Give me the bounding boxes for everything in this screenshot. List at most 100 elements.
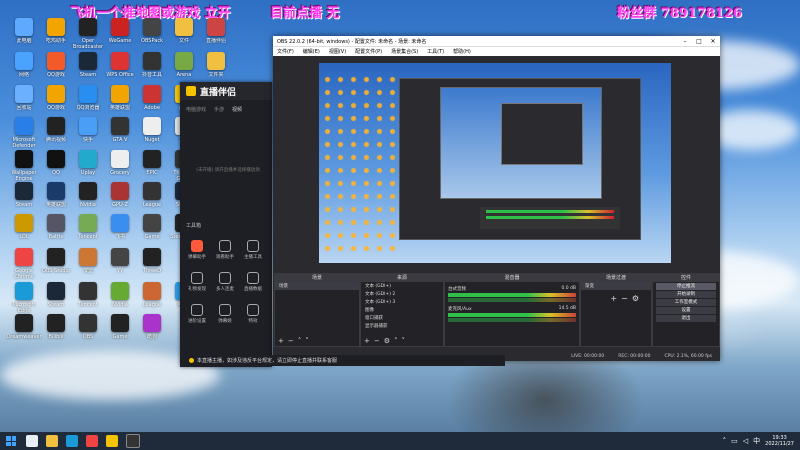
maximize-icon[interactable]: □ [692, 38, 706, 45]
menu-edit[interactable]: 编辑(E) [303, 48, 320, 55]
desktop-icon[interactable]: Nvidia [102, 282, 138, 318]
desktop-icon[interactable]: 文件 [166, 18, 202, 54]
desktop-icon[interactable]: Game [102, 314, 138, 350]
remove-icon[interactable]: − [288, 337, 298, 345]
desktop-icon[interactable]: Wallpaper Engine [6, 150, 42, 186]
start-recording-button[interactable]: 开始录制 [656, 291, 716, 298]
chrome-icon[interactable] [86, 435, 98, 447]
chevron-up-icon[interactable]: ˄ [723, 437, 727, 445]
desktop-icon[interactable]: 直播伴侣 [198, 18, 234, 54]
desktop-icon[interactable]: Tencent [70, 282, 106, 318]
tool-host[interactable]: 主播工具 [240, 240, 266, 260]
desktop-icon[interactable]: Steam [38, 282, 74, 318]
desktop-icon[interactable]: Bilibili [38, 314, 74, 350]
desktop-icon[interactable]: 抖音工具 [134, 52, 170, 88]
obs-taskbar-icon[interactable] [126, 434, 140, 448]
desktop-icon[interactable]: GTA V [102, 117, 138, 153]
add-icon[interactable]: + [278, 337, 288, 345]
tool-gift[interactable]: 礼物发现 [184, 272, 210, 292]
desktop-icon[interactable]: League [134, 182, 170, 218]
desktop-icon[interactable]: 飞书 [102, 214, 138, 250]
desktop-icon[interactable]: QQ浏览器 [70, 85, 106, 121]
transition-select[interactable]: 渐变 [581, 282, 651, 290]
gear-icon[interactable]: ⚙ [384, 337, 394, 345]
source-item[interactable]: 图像 [361, 306, 443, 314]
desktop-icon[interactable]: 此电脑 [6, 18, 42, 54]
desktop-icon[interactable]: Microsoft Defender [6, 117, 42, 153]
desktop-icon[interactable]: QQ游戏 [38, 52, 74, 88]
desktop-icon[interactable]: Grocery [102, 150, 138, 186]
network-icon[interactable]: ▭ [731, 437, 738, 445]
settings-button[interactable]: 设置 [656, 307, 716, 314]
add-icon[interactable]: + [364, 337, 374, 345]
desktop-icon[interactable]: EPIC [134, 150, 170, 186]
source-item[interactable]: 文本 (GDI+) [361, 282, 443, 290]
studio-mode-button[interactable]: 工作室模式 [656, 299, 716, 306]
stop-streaming-button[interactable]: 停止推流 [656, 283, 716, 290]
desktop-icon[interactable]: YY [102, 248, 138, 284]
remove-icon[interactable]: − [621, 294, 632, 303]
tool-data[interactable]: 直播数据 [240, 272, 266, 292]
remove-icon[interactable]: − [374, 337, 384, 345]
menu-tools[interactable]: 工具(T) [427, 48, 444, 55]
desktop-icon[interactable]: 酷狗 [134, 314, 170, 350]
desktop-icon[interactable]: ThreeD [134, 248, 170, 284]
minimize-icon[interactable]: – [678, 38, 692, 45]
desktop-icon[interactable]: WPS Office [102, 52, 138, 88]
volume-slider[interactable] [448, 298, 576, 302]
source-item[interactable]: 文本 (GDI+) 3 [361, 298, 443, 306]
desktop-icon[interactable]: 英雄联盟 [38, 182, 74, 218]
desktop-icon[interactable]: Steam [6, 182, 42, 218]
desktop-icon[interactable]: OBS [70, 314, 106, 350]
down-icon[interactable]: ˅ [305, 337, 313, 345]
desktop-icon[interactable]: Adobe [134, 85, 170, 121]
desktop-icon[interactable]: 英雄联盟 [102, 85, 138, 121]
menu-view[interactable]: 视图(V) [329, 48, 346, 55]
tab-mobile-game[interactable]: 手游 [214, 106, 224, 113]
scene-item[interactable]: 场景 [275, 282, 359, 290]
obs-preview[interactable] [319, 63, 671, 263]
menu-help[interactable]: 帮助(H) [453, 48, 471, 55]
desktop-icon[interactable]: Microsoft Edge [6, 282, 42, 318]
desktop-icon[interactable]: 吃鸡助手 [38, 18, 74, 54]
desktop-icon[interactable]: Nvidia [70, 182, 106, 218]
search-icon[interactable] [26, 435, 38, 447]
desktop-icon[interactable]: Oper Broadcaster [70, 18, 106, 54]
tool-advanced[interactable]: 进阶设置 [184, 304, 210, 324]
desktop-icon[interactable]: Game [134, 214, 170, 250]
up-icon[interactable]: ˄ [394, 337, 402, 345]
tab-pc-game[interactable]: 电脑游戏 [186, 106, 206, 113]
desktop-icon[interactable]: OBSPack [134, 18, 170, 54]
desktop-icon[interactable]: Tencent [70, 214, 106, 250]
desktop-icon[interactable]: OBS Studio [38, 248, 74, 284]
desktop-icon[interactable]: Battle [38, 214, 74, 250]
clock[interactable]: 19:33 2022/11/27 [765, 435, 794, 447]
desktop-icon[interactable]: Dreamweaver [6, 314, 42, 350]
tool-multi[interactable]: 多人连麦 [212, 272, 238, 292]
close-icon[interactable]: ✕ [706, 38, 720, 45]
live-companion-taskbar-icon[interactable] [106, 435, 118, 447]
volume-icon[interactable]: ◁ [743, 437, 748, 445]
tool-danmu[interactable]: 弹幕助手 [184, 240, 210, 260]
tool-effects[interactable]: 特效 [240, 304, 266, 324]
desktop-icon[interactable]: WeGame [102, 18, 138, 54]
language-icon[interactable]: 中 [753, 436, 760, 446]
tool-danmuji[interactable]: 弹幕姬 [212, 304, 238, 324]
desktop-icon[interactable]: QQ [38, 150, 74, 186]
edge-icon[interactable] [66, 435, 78, 447]
desktop-icon[interactable]: League [134, 282, 170, 318]
menu-file[interactable]: 文件(F) [277, 48, 294, 55]
tool-viewer[interactable]: 观看助手 [212, 240, 238, 260]
source-item[interactable]: 显示器捕获 [361, 322, 443, 330]
down-icon[interactable]: ˅ [402, 337, 410, 345]
menu-scene-collection[interactable]: 场景集合(S) [391, 48, 418, 55]
desktop-icon[interactable]: 汉堡 [70, 248, 106, 284]
menu-profile[interactable]: 配置文件(P) [355, 48, 382, 55]
desktop-icon[interactable]: 腾讯视频 [38, 117, 74, 153]
desktop-icon[interactable]: Steam [70, 52, 106, 88]
desktop-icon[interactable]: GPU-Z [102, 182, 138, 218]
desktop-icon[interactable]: Nuget [134, 117, 170, 153]
desktop-icon[interactable]: Google Chrome [6, 248, 42, 284]
desktop-icon[interactable]: LOL [6, 214, 42, 250]
windows-start-icon[interactable] [6, 436, 16, 446]
